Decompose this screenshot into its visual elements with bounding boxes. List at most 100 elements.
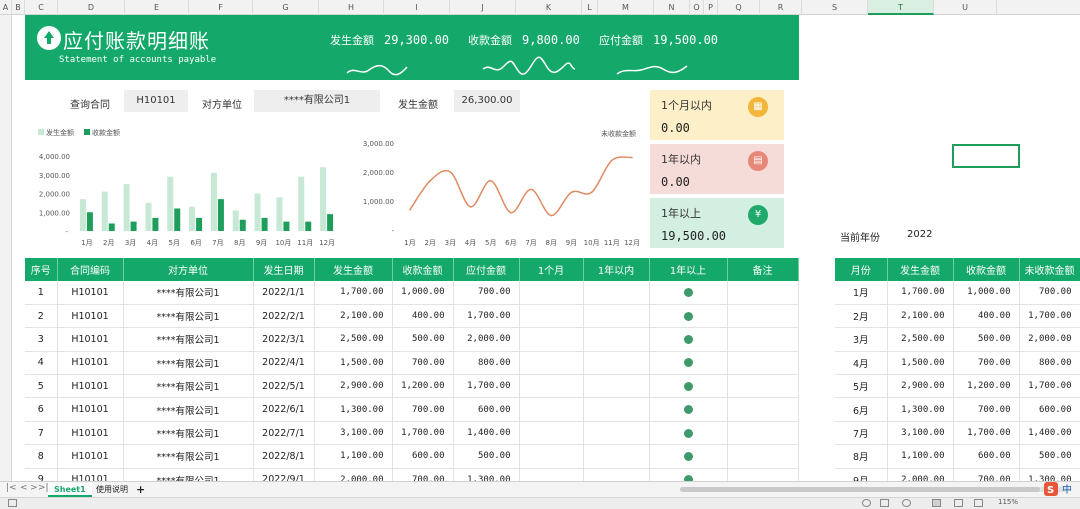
table-cell[interactable]: 5 — [25, 374, 58, 399]
column-header-k[interactable]: K — [516, 0, 582, 15]
sheet-tab-instructions[interactable]: 使用说明 — [90, 483, 134, 497]
table-cell[interactable]: 2022/3/1 — [253, 327, 315, 352]
table-cell[interactable]: 8 — [25, 444, 58, 469]
table-cell[interactable]: ****有限公司1 — [123, 327, 254, 352]
column-header-d[interactable]: D — [58, 0, 125, 15]
table-cell[interactable] — [519, 374, 584, 399]
table-cell[interactable]: 1,100.00 — [314, 444, 393, 469]
table-cell[interactable]: 2022/4/1 — [253, 351, 315, 376]
table-cell[interactable]: 1 — [25, 281, 58, 305]
table-cell[interactable]: 2,500.00 — [887, 327, 954, 352]
table-cell[interactable]: 700.00 — [953, 397, 1020, 422]
table-cell[interactable]: 2 — [25, 304, 58, 329]
table-row[interactable]: 7月 3,100.00 1,700.00 1,400.00 — [835, 421, 1080, 446]
last-sheet-button[interactable]: >| — [38, 483, 49, 493]
table-row[interactable]: 6月 1,300.00 700.00 600.00 — [835, 397, 1080, 422]
table-cell[interactable]: 400.00 — [953, 304, 1020, 329]
column-header-cell[interactable]: 1年以上 — [649, 258, 728, 281]
table-cell[interactable]: 500.00 — [453, 444, 520, 469]
column-header-cell[interactable]: 月份 — [835, 258, 888, 281]
table-cell[interactable]: 6月 — [835, 397, 888, 422]
table-cell[interactable]: 2022/6/1 — [253, 397, 315, 422]
column-header-cell[interactable]: 应付金额 — [453, 258, 520, 281]
table-cell[interactable]: ****有限公司1 — [123, 397, 254, 422]
table-cell[interactable] — [583, 444, 650, 469]
column-header-cell[interactable]: 未收款金额 — [1019, 258, 1080, 281]
table-cell[interactable]: 2,100.00 — [314, 304, 393, 329]
table-cell[interactable] — [727, 444, 799, 469]
table-cell[interactable]: ****有限公司1 — [123, 351, 254, 376]
table-cell[interactable]: 1,000.00 — [392, 281, 454, 305]
ime-indicator[interactable]: S 中 — [1042, 481, 1080, 497]
focus-mode-icon[interactable] — [902, 499, 911, 507]
reading-view-icon[interactable] — [974, 499, 983, 507]
table-cell[interactable]: ****有限公司1 — [123, 421, 254, 446]
table-cell[interactable]: 2022/8/1 — [253, 444, 315, 469]
table-cell[interactable] — [727, 421, 799, 446]
table-cell[interactable]: 1,700.00 — [453, 374, 520, 399]
column-header-u[interactable]: U — [934, 0, 997, 15]
table-cell[interactable]: 1,700.00 — [1019, 374, 1080, 399]
column-header-g[interactable]: G — [253, 0, 319, 15]
table-cell[interactable] — [727, 327, 799, 352]
table-cell[interactable]: 600.00 — [392, 444, 454, 469]
year-value[interactable]: 2022 — [907, 229, 932, 240]
table-cell[interactable] — [649, 421, 728, 446]
table-cell[interactable] — [649, 374, 728, 399]
table-cell[interactable]: 6 — [25, 397, 58, 422]
table-cell[interactable]: 1,100.00 — [887, 444, 954, 469]
table-cell[interactable]: 4月 — [835, 351, 888, 376]
table-cell[interactable]: 3月 — [835, 327, 888, 352]
table-cell[interactable]: 700.00 — [392, 397, 454, 422]
table-cell[interactable]: 5月 — [835, 374, 888, 399]
table-cell[interactable]: 600.00 — [453, 397, 520, 422]
table-cell[interactable]: 1,200.00 — [953, 374, 1020, 399]
table-cell[interactable]: 600.00 — [1019, 397, 1080, 422]
table-cell[interactable]: 1,200.00 — [392, 374, 454, 399]
column-header-cell[interactable]: 发生金额 — [314, 258, 393, 281]
contract-filter-input[interactable]: H10101 — [124, 90, 188, 112]
table-cell[interactable]: 800.00 — [453, 351, 520, 376]
first-sheet-button[interactable]: |< — [6, 483, 17, 493]
table-cell[interactable] — [649, 351, 728, 376]
table-cell[interactable] — [649, 444, 728, 469]
table-cell[interactable] — [583, 351, 650, 376]
column-header-cell[interactable]: 备注 — [727, 258, 799, 281]
zoom-fit-icon[interactable] — [880, 499, 889, 507]
table-cell[interactable]: 700.00 — [953, 351, 1020, 376]
table-cell[interactable]: 1,500.00 — [314, 351, 393, 376]
table-cell[interactable]: 500.00 — [392, 327, 454, 352]
table-cell[interactable]: 2,100.00 — [887, 304, 954, 329]
table-cell[interactable] — [727, 397, 799, 422]
table-row[interactable]: 8月 1,100.00 600.00 500.00 — [835, 444, 1080, 469]
horizontal-scrollbar[interactable] — [680, 487, 1070, 492]
table-cell[interactable] — [583, 397, 650, 422]
table-cell[interactable] — [649, 327, 728, 352]
table-cell[interactable]: 2,900.00 — [887, 374, 954, 399]
table-cell[interactable]: 500.00 — [953, 327, 1020, 352]
table-cell[interactable]: 1,400.00 — [453, 421, 520, 446]
table-cell[interactable]: 2022/7/1 — [253, 421, 315, 446]
table-cell[interactable]: 700.00 — [392, 351, 454, 376]
column-header-b[interactable]: B — [12, 0, 25, 15]
table-cell[interactable]: 7月 — [835, 421, 888, 446]
column-header-cell[interactable]: 收款金额 — [392, 258, 454, 281]
column-header-q[interactable]: Q — [718, 0, 760, 15]
table-cell[interactable] — [519, 351, 584, 376]
table-row[interactable]: 1 H10101 ****有限公司1 2022/1/1 1,700.00 1,000.00… — [25, 281, 799, 305]
table-row[interactable]: 3 H10101 ****有限公司1 2022/3/1 2,500.00 500.00 2,… — [25, 327, 799, 352]
table-cell[interactable]: 1,000.00 — [953, 281, 1020, 305]
table-row[interactable]: 5 H10101 ****有限公司1 2022/5/1 2,900.00 1,200.00… — [25, 374, 799, 399]
table-cell[interactable] — [727, 281, 799, 305]
table-cell[interactable]: ****有限公司1 — [123, 374, 254, 399]
table-row[interactable]: 4 H10101 ****有限公司1 2022/4/1 1,500.00 700.00 80… — [25, 351, 799, 376]
table-row[interactable]: 5月 2,900.00 1,200.00 1,700.00 — [835, 374, 1080, 399]
table-cell[interactable] — [649, 397, 728, 422]
table-cell[interactable]: 2,900.00 — [314, 374, 393, 399]
table-cell[interactable]: ****有限公司1 — [123, 281, 254, 305]
column-header-cell[interactable]: 对方单位 — [123, 258, 254, 281]
table-cell[interactable]: 800.00 — [1019, 351, 1080, 376]
table-cell[interactable] — [583, 281, 650, 305]
page-layout-icon[interactable] — [8, 499, 17, 507]
table-cell[interactable]: H10101 — [57, 374, 124, 399]
